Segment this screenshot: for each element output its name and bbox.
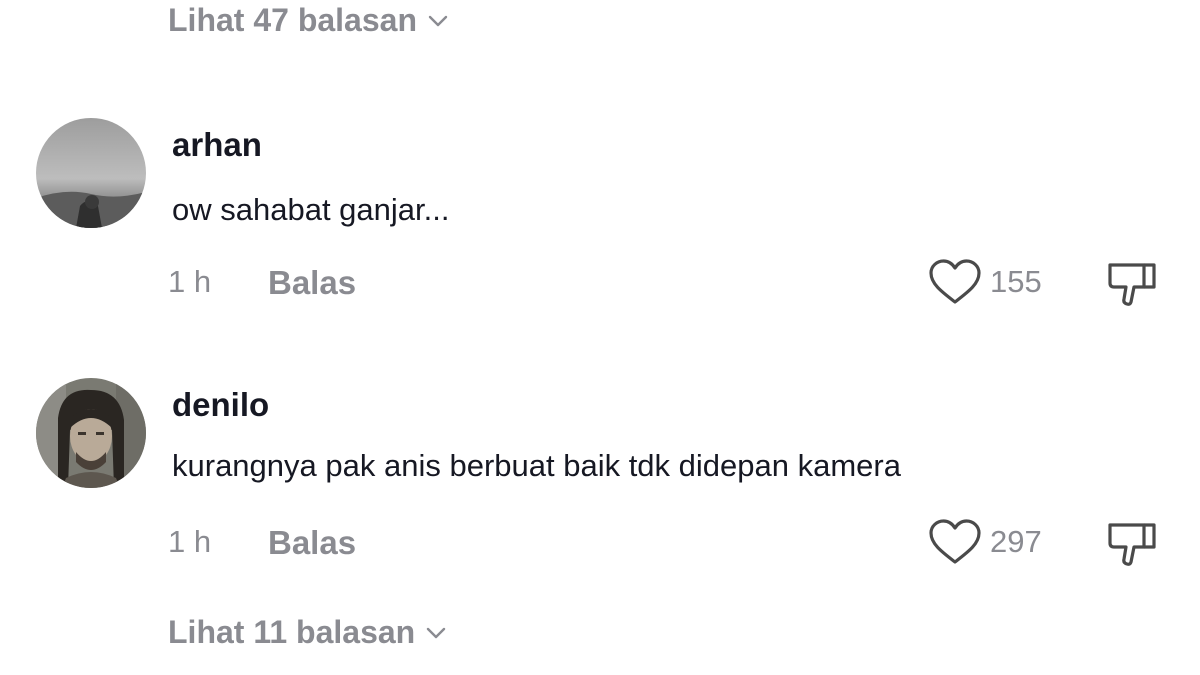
view-replies-label: Lihat 47 balasan (168, 2, 417, 38)
comment-text: ow sahabat ganjar... (172, 192, 450, 227)
like-button[interactable]: 155 (928, 258, 1042, 306)
comment-username[interactable]: arhan (172, 126, 262, 164)
heart-icon (929, 259, 981, 304)
reply-button[interactable]: Balas (268, 524, 356, 562)
comment-text: kurangnya pak anis berbuat baik tdk dide… (172, 448, 901, 483)
dislike-icon[interactable] (1106, 520, 1158, 568)
comment-username[interactable]: denilo (172, 386, 269, 424)
dislike-icon[interactable] (1106, 260, 1158, 308)
view-replies-label: Lihat 11 balasan (168, 614, 416, 650)
chevron-down-icon (427, 627, 446, 638)
like-count: 155 (990, 264, 1042, 299)
heart-icon (929, 519, 981, 564)
like-count: 297 (990, 524, 1042, 559)
chevron-down-icon (428, 15, 448, 26)
avatar[interactable] (36, 378, 146, 488)
reply-button[interactable]: Balas (268, 264, 356, 302)
view-replies-link[interactable]: Lihat 47 balasan (168, 2, 449, 39)
view-replies-link[interactable]: Lihat 11 balasan (168, 614, 447, 651)
comment-timestamp: 1 h (168, 524, 212, 559)
avatar[interactable] (36, 118, 146, 228)
like-button[interactable]: 297 (928, 518, 1042, 566)
comment-timestamp: 1 h (168, 264, 212, 299)
